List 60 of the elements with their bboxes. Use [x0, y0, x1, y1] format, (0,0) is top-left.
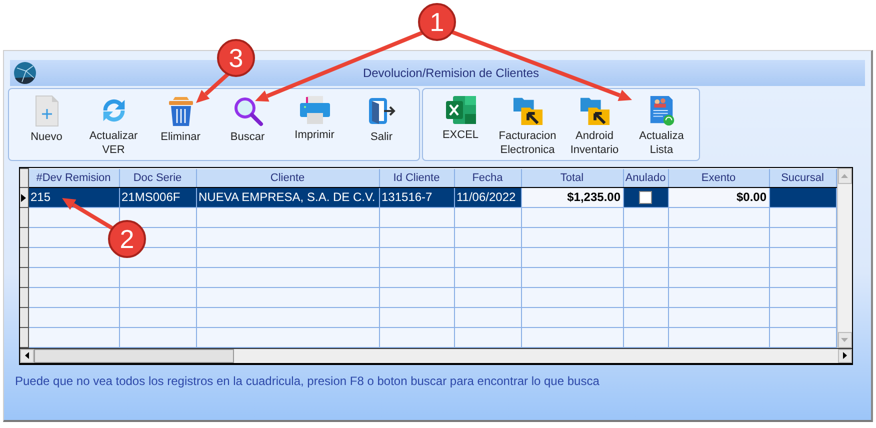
table-cell: 131516-7	[379, 187, 454, 207]
toolbar-button[interactable]: Actualizar VER	[80, 95, 147, 157]
row-header[interactable]	[20, 207, 28, 227]
new-file-icon	[34, 95, 60, 127]
annotation-number: 3	[217, 39, 255, 77]
toolbar-button[interactable]: Imprimir	[281, 95, 348, 157]
scroll-down-icon	[841, 338, 848, 342]
scroll-right-icon	[843, 352, 847, 359]
checkbox[interactable]	[639, 191, 652, 204]
scroll-left-icon	[25, 352, 29, 359]
column-header[interactable]: Id Cliente	[379, 168, 454, 187]
status-message: Puede que no vea todos los registros en la cuadricula, presion F8 o boton buscar para encontrar lo que busca	[15, 374, 600, 388]
column-header[interactable]: #Dev Remision	[28, 168, 119, 187]
row-header[interactable]	[20, 247, 28, 267]
column-header[interactable]: Total	[521, 168, 623, 187]
corner-header	[20, 168, 28, 187]
column-header[interactable]: Cliente	[196, 168, 379, 187]
toolbar-button[interactable]: Actualiza Lista	[628, 95, 695, 157]
toolbar-button[interactable]: Salir	[348, 95, 415, 157]
toolbar-button[interactable]: Nuevo	[13, 95, 80, 157]
scrollbar-thumb[interactable]	[34, 348, 234, 362]
folder-cursor-icon	[578, 95, 610, 126]
annotation-arrow	[196, 72, 230, 103]
table-row[interactable]: 215 21MS006F NUEVA EMPRESA, S.A. DE C.V. 131516-7 11/06/2022 $1,235.00 $0.00	[20, 187, 836, 207]
scroll-up-icon	[841, 174, 848, 178]
toolbar-button[interactable]: Eliminar	[147, 95, 214, 157]
toolbar-button[interactable]: EXCEL	[427, 95, 494, 157]
annotation-arrow	[62, 198, 114, 230]
exit-door-icon	[366, 95, 396, 127]
annotation-number: 1	[418, 3, 456, 41]
table-cell: 21MS006F	[119, 187, 196, 207]
column-header[interactable]: Sucursal	[769, 168, 836, 187]
row-header[interactable]	[20, 227, 28, 247]
globe-icon	[13, 61, 37, 85]
toolbar-button[interactable]: Android Inventario	[561, 95, 628, 157]
column-header[interactable]: Fecha	[454, 168, 521, 187]
folder-cursor-icon	[512, 95, 544, 126]
row-header[interactable]	[20, 267, 28, 287]
printer-icon	[298, 95, 330, 125]
search-icon	[232, 95, 264, 127]
row-header[interactable]	[20, 327, 28, 347]
toolbar-button[interactable]: Buscar	[214, 95, 281, 157]
column-header[interactable]: Anulado	[623, 168, 668, 187]
trash-icon	[166, 95, 194, 127]
window-title: Devolucion/Remision de Clientes	[362, 66, 540, 80]
row-header[interactable]	[20, 287, 28, 307]
table-cell: $1,235.00	[521, 187, 623, 207]
column-header[interactable]: Doc Serie	[119, 168, 196, 187]
table-cell: 11/06/2022	[454, 187, 521, 207]
column-header[interactable]: Exento	[668, 168, 769, 187]
row-header[interactable]	[20, 187, 28, 207]
horizontal-scrollbar[interactable]	[20, 348, 852, 362]
table-cell	[769, 187, 836, 207]
table-cell: $0.00	[668, 187, 769, 207]
row-header[interactable]	[20, 307, 28, 327]
people-list-icon	[648, 95, 676, 126]
spreadsheet-icon	[444, 95, 476, 125]
table-cell: NUEVA EMPRESA, S.A. DE C.V.	[196, 187, 379, 207]
toolbar-button[interactable]: Facturacion Electronica	[494, 95, 561, 157]
vertical-scrollbar[interactable]	[836, 168, 852, 348]
